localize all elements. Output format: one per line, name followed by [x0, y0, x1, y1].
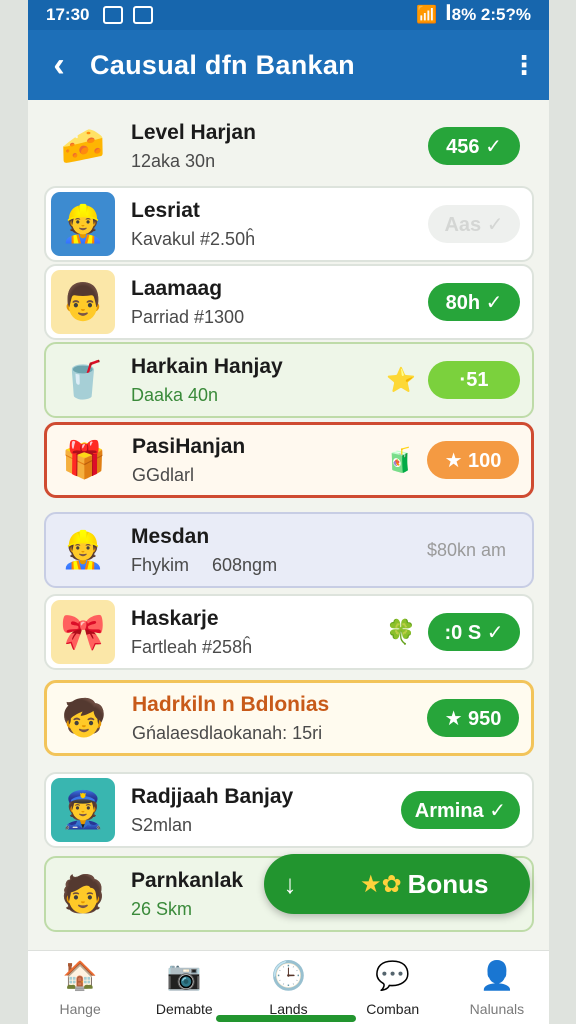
item-name: PasiHanjan: [132, 434, 246, 458]
juice-bottle-icon: 🧃: [385, 446, 415, 474]
score-badge[interactable]: :0 S ✓: [428, 613, 520, 651]
arrow-down-icon: ↓: [283, 868, 297, 899]
status-right: 📶 ꟾ8% 2:5?%: [416, 5, 531, 25]
wifi-icon: 📶: [416, 5, 438, 24]
item-subtitle: Gńalaesdlaokanah: 15ri: [132, 722, 323, 743]
nav-label: Comban: [366, 1000, 420, 1017]
score-badge[interactable]: ·51: [428, 361, 520, 399]
list-item[interactable]: 🧒 Hadrkiln n Bdlonias Gńalaesdlaokanah: …: [44, 680, 534, 756]
list-item[interactable]: 👷 Lesriat Kavakul #2.50ĥ Aas ✓: [44, 186, 534, 262]
status-bar: 17:30 📶 ꟾ8% 2:5?%: [28, 0, 549, 30]
camera-icon: 📷: [166, 960, 202, 991]
home-indicator: [216, 1015, 356, 1022]
kebab-menu-icon: ⋮: [511, 49, 537, 80]
list-item[interactable]: 🥤 Harkain Hanjay Daaka 40n ⭐ ·51: [44, 342, 534, 418]
score-badge[interactable]: Armina ✓: [400, 791, 520, 829]
item-subtitle: 12aka 30n: [131, 150, 216, 171]
score-badge[interactable]: 80h ✓: [428, 283, 520, 321]
nav-item-home[interactable]: 🏠 Hange: [28, 951, 132, 1024]
status-battery-text: ꟾ8% 2:5?%: [445, 5, 531, 24]
worker-avatar-icon: 👷: [60, 529, 106, 570]
nav-label: Nalunals: [469, 1000, 525, 1017]
nav-item-chat[interactable]: 💬 Comban: [341, 951, 445, 1024]
home-icon: 🏠: [62, 960, 98, 991]
item-subtitle: Fhykim: [131, 554, 189, 575]
item-name: Harkain Hanjay: [131, 354, 283, 378]
clock-icon: 🕒: [271, 960, 306, 991]
more-menu-button[interactable]: ⋮: [499, 30, 549, 100]
nav-label: Demabte: [155, 1000, 213, 1017]
nav-item-lands[interactable]: 🕒 Lands: [236, 951, 340, 1024]
message-icon: [133, 6, 154, 24]
back-button[interactable]: ‹: [28, 30, 90, 100]
item-subtitle: S2mlan: [131, 814, 193, 835]
notification-icon: [103, 6, 124, 24]
item-subtitle: Fartleah #258ĥ: [131, 636, 253, 657]
item-name: Lesriat: [131, 198, 200, 222]
list-item[interactable]: 🧀 Level Harjan 12aka 30n 456 ✓: [44, 108, 534, 184]
item-name: Haskarje: [131, 606, 219, 630]
score-text: $80kn am: [426, 539, 506, 560]
man-avatar-icon: 👨: [51, 270, 115, 334]
item-name: Level Harjan: [131, 120, 256, 144]
score-badge[interactable]: Aas ✓: [428, 205, 520, 243]
worker-avatar-icon: 👷: [51, 192, 115, 256]
item-name: Mesdan: [131, 524, 210, 548]
item-subtitle: Daaka 40n: [131, 384, 219, 405]
item-name: Radjjaah Banjay: [131, 784, 294, 808]
person-icon: 👤: [479, 960, 515, 991]
officer-avatar-icon: 👮: [51, 778, 115, 842]
item-subtitle: GGdlarl: [132, 464, 195, 485]
chat-bubble-icon: 💬: [375, 960, 411, 991]
star-icon: ⭐: [386, 366, 416, 394]
item-subtitle: Kavakul #2.50ĥ: [131, 228, 256, 249]
star-icon: ★✿: [360, 870, 402, 898]
clover-icon: 🍀: [386, 618, 416, 646]
score-badge[interactable]: 456 ✓: [428, 127, 520, 165]
item-name: Laamaag: [131, 276, 223, 300]
list-item[interactable]: 👷 Mesdan Fhykim 608ngm $80kn am: [44, 512, 534, 588]
gift-box-icon: 🎁: [61, 439, 107, 480]
phone-screen: 17:30 📶 ꟾ8% 2:5?% ‹ Causual dfn Bankan ⋮…: [28, 0, 549, 1024]
kid-avatar-icon: 🧒: [61, 697, 107, 738]
ranking-list: 🧀 Level Harjan 12aka 30n 456 ✓ 👷 Lesriat…: [28, 100, 549, 950]
bonus-label: Bonus: [407, 868, 489, 899]
cheese-icon: 🧀: [60, 125, 106, 166]
gift-bag-icon: 🎀: [51, 600, 115, 664]
app-bar: ‹ Causual dfn Bankan ⋮: [28, 30, 549, 100]
bottom-nav: 🏠 Hange 📷 Demabte 🕒 Lands 💬 Comban 👤 Nal…: [28, 950, 549, 1024]
device-frame: 17:30 📶 ꟾ8% 2:5?% ‹ Causual dfn Bankan ⋮…: [0, 0, 576, 1024]
list-item[interactable]: 👨 Laamaag Parriad #1300 80h ✓: [44, 264, 534, 340]
list-item-highlighted[interactable]: 🎁 PasiHanjan GGdlarl 🧃 ★ 100: [44, 422, 534, 498]
nav-item-camera[interactable]: 📷 Demabte: [132, 951, 236, 1024]
nav-label: Hange: [59, 1000, 101, 1017]
score-badge[interactable]: ★ 100: [427, 441, 519, 479]
status-time: 17:30: [46, 5, 90, 24]
nav-item-profile[interactable]: 👤 Nalunals: [445, 951, 549, 1024]
item-subtitle: Parriad #1300: [131, 306, 245, 327]
list-item[interactable]: 🎀 Haskarje Fartleah #258ĥ 🍀 :0 S ✓: [44, 594, 534, 670]
page-title: Causual dfn Bankan: [90, 49, 355, 80]
item-extra: 608ngm: [212, 554, 278, 575]
score-badge[interactable]: ★ 950: [427, 699, 519, 737]
item-name: Hadrkiln n Bdlonias: [132, 692, 330, 716]
list-item[interactable]: 👮 Radjjaah Banjay S2mlan Armina ✓: [44, 772, 534, 848]
miner-avatar-icon: 🧑: [60, 873, 106, 914]
drink-icon: 🥤: [60, 359, 106, 400]
chevron-left-icon: ‹: [53, 45, 65, 84]
bonus-button[interactable]: ↓ ★✿ Bonus: [264, 854, 530, 914]
